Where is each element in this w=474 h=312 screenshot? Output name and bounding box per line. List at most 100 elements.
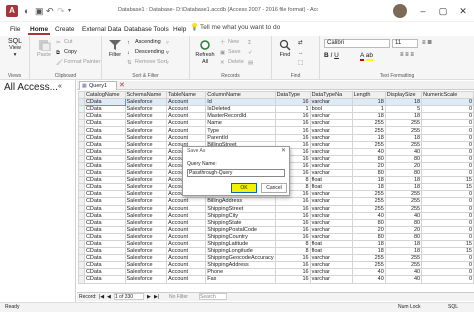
font-name-select[interactable]: Calibri <box>324 39 390 48</box>
table-cell[interactable]: 40 <box>384 211 423 220</box>
table-cell[interactable]: varchar <box>309 147 353 156</box>
table-cell[interactable]: CData <box>83 176 126 185</box>
table-cell[interactable]: BillingAddress <box>205 197 276 206</box>
table-cell[interactable]: 1 <box>351 105 386 114</box>
ascending-button[interactable]: ↑ Ascending <box>127 39 161 46</box>
goto-button[interactable]: → <box>298 49 306 56</box>
table-cell[interactable]: 18 <box>351 133 386 142</box>
table-cell[interactable]: Salesforce <box>124 247 168 256</box>
table-cell[interactable]: CData <box>83 261 126 270</box>
customize-qat-icon[interactable]: ▾ <box>68 5 71 17</box>
last-record-button[interactable]: ▶| <box>154 293 159 301</box>
table-cell[interactable]: varchar <box>309 190 353 199</box>
table-row[interactable]: CData Salesforce Account ShippingLongitude 8… <box>78 247 474 256</box>
new-record-button[interactable]: ＋ New <box>220 39 239 46</box>
table-cell[interactable]: CData <box>83 133 126 142</box>
table-cell[interactable]: 0 <box>421 268 474 277</box>
table-cell[interactable]: 80 <box>384 169 423 178</box>
menu-database-tools[interactable]: Database Tools <box>122 24 171 35</box>
table-cell[interactable]: CData <box>83 211 126 220</box>
table-cell[interactable]: Account <box>166 98 207 107</box>
undo-icon[interactable]: ↶ <box>46 5 54 17</box>
descending-button[interactable]: ↓ Descending <box>127 49 164 56</box>
column-header[interactable]: NumericScale <box>421 90 474 100</box>
table-cell[interactable]: varchar <box>309 140 353 149</box>
table-cell[interactable]: Account <box>166 261 207 270</box>
table-cell[interactable]: 16 <box>274 254 311 263</box>
menu-help[interactable]: Help <box>171 24 188 35</box>
sql-view-button[interactable]: SQL <box>448 303 458 312</box>
table-row[interactable]: CData Salesforce Account Type 16 varchar 255 25… <box>78 126 474 135</box>
table-cell[interactable]: 0 <box>421 232 474 241</box>
table-cell[interactable]: 18 <box>384 98 423 107</box>
table-cell[interactable]: 0 <box>421 112 474 121</box>
table-cell[interactable]: ShippingState <box>205 218 276 227</box>
table-cell[interactable]: Account <box>166 275 207 284</box>
copy-button[interactable]: ⧉ Copy <box>56 49 77 56</box>
delete-record-button[interactable]: ✕ Delete <box>220 59 244 66</box>
toggle-filter-button[interactable]: ▿ <box>166 59 172 66</box>
table-cell[interactable]: 16 <box>274 211 311 220</box>
table-cell[interactable]: Account <box>166 119 207 128</box>
table-cell[interactable]: 18 <box>351 98 386 107</box>
user-avatar[interactable] <box>393 4 407 18</box>
table-cell[interactable]: 255 <box>351 254 386 263</box>
table-cell[interactable]: CData <box>83 140 126 149</box>
table-cell[interactable]: 18 <box>384 176 423 185</box>
table-cell[interactable]: varchar <box>309 254 353 263</box>
table-cell[interactable]: 0 <box>421 161 474 171</box>
table-cell[interactable]: 16 <box>274 133 311 142</box>
view-button[interactable]: SQL View ▾ <box>4 38 26 59</box>
table-cell[interactable]: Account <box>166 105 207 114</box>
close-tab-icon[interactable]: ✕ <box>119 81 125 90</box>
table-cell[interactable]: 15 <box>421 247 474 256</box>
nav-pane-title[interactable]: All Access... <box>4 82 58 93</box>
table-cell[interactable]: 15 <box>421 176 474 185</box>
table-cell[interactable]: 8 <box>274 239 311 249</box>
table-cell[interactable]: 40 <box>384 268 423 277</box>
table-cell[interactable]: 0 <box>421 211 474 220</box>
table-cell[interactable]: float <box>309 183 353 192</box>
table-cell[interactable]: ShippingCountry <box>205 232 276 241</box>
table-cell[interactable]: 80 <box>351 218 386 227</box>
table-cell[interactable]: varchar <box>309 161 353 171</box>
selection-button[interactable]: ▿ <box>166 39 172 46</box>
save-icon[interactable]: ▣ <box>35 5 44 17</box>
table-cell[interactable]: varchar <box>309 218 353 227</box>
column-header[interactable]: TableName <box>166 90 207 100</box>
font-size-select[interactable]: 11 <box>392 39 418 48</box>
table-row[interactable]: CData Salesforce Account IsDeleted 1 bool 1 5 0 <box>78 105 474 114</box>
table-cell[interactable]: ShippingGeocodeAccuracy <box>205 254 276 263</box>
table-cell[interactable]: 20 <box>351 161 386 171</box>
table-cell[interactable]: 0 <box>421 254 474 263</box>
table-cell[interactable]: 0 <box>421 225 474 234</box>
table-row[interactable]: CData Salesforce Account ShippingStreet 16 va… <box>78 204 474 213</box>
table-cell[interactable]: ParentId <box>205 133 276 142</box>
table-cell[interactable]: 18 <box>384 133 423 142</box>
table-row[interactable]: CData Salesforce Account ShippingAddress 16 v… <box>78 261 474 270</box>
table-cell[interactable]: 0 <box>421 105 474 114</box>
table-cell[interactable]: 20 <box>384 225 423 234</box>
table-cell[interactable]: Salesforce <box>124 225 168 234</box>
column-header[interactable]: Length <box>351 90 386 100</box>
table-cell[interactable]: 255 <box>384 197 423 206</box>
table-cell[interactable]: 18 <box>384 112 423 121</box>
table-cell[interactable]: varchar <box>309 261 353 270</box>
table-cell[interactable]: CData <box>83 161 126 171</box>
table-cell[interactable]: CData <box>83 190 126 199</box>
table-cell[interactable]: ShippingPostalCode <box>205 225 276 234</box>
table-cell[interactable]: Salesforce <box>124 105 168 114</box>
table-cell[interactable]: ShippingCity <box>205 211 276 220</box>
table-cell[interactable]: Salesforce <box>124 254 168 263</box>
table-cell[interactable]: CData <box>83 169 126 178</box>
table-row[interactable]: CData Salesforce Account Fax 16 varchar 40 40 0 <box>78 275 474 284</box>
table-cell[interactable]: ShippingStreet <box>205 204 276 213</box>
table-cell[interactable]: 16 <box>274 225 311 234</box>
table-cell[interactable]: 255 <box>351 126 386 135</box>
table-cell[interactable]: varchar <box>309 133 353 142</box>
table-row[interactable]: CData Salesforce Account Phone 16 varchar 40 40… <box>78 268 474 277</box>
table-cell[interactable]: Salesforce <box>124 169 168 178</box>
table-cell[interactable]: Account <box>166 112 207 121</box>
replace-button[interactable]: ⇄ <box>298 39 306 46</box>
ok-button[interactable]: OK <box>231 183 257 193</box>
